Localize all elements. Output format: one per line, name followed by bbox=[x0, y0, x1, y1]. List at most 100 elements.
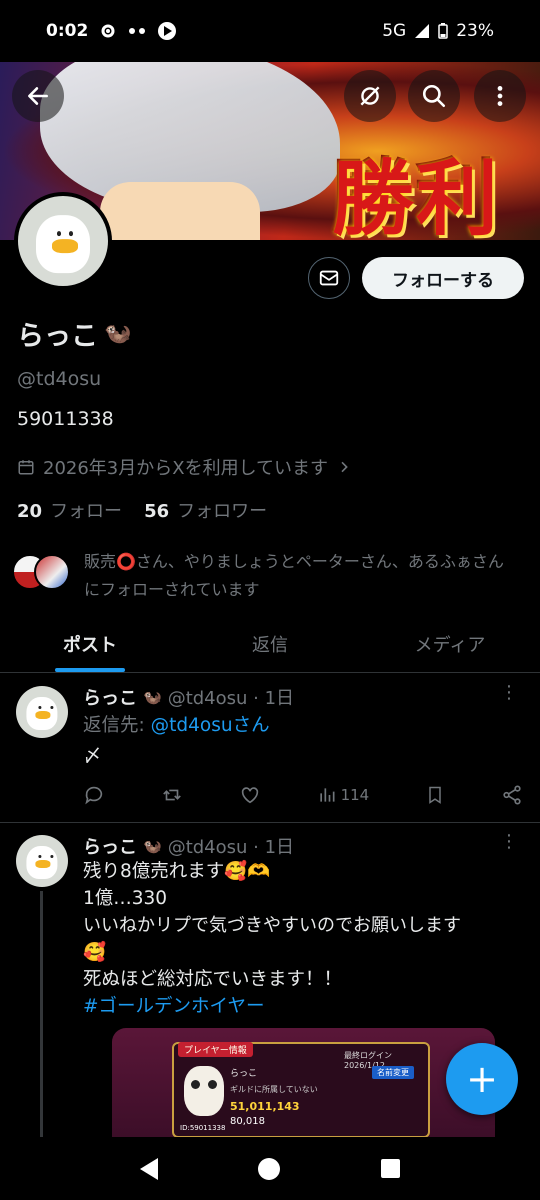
game-player-card: プレイヤー情報 最終ログイン 2026/1/12 名前変更 らっこ ギルドに所属… bbox=[172, 1042, 430, 1138]
chevron-right-icon bbox=[341, 461, 348, 473]
post-avatar[interactable] bbox=[16, 686, 68, 738]
profile-handle: @td4osu bbox=[17, 368, 102, 390]
profile-bio: 59011338 bbox=[17, 408, 114, 430]
post-handle-time: @td4osu · 1日 bbox=[167, 837, 295, 858]
game-gem-count: 80,018 bbox=[230, 1116, 265, 1127]
post-line: 死ぬほど総対応でいきます！！ bbox=[83, 969, 343, 990]
post-line: いいねかリプで気づきやすいのでお願いします bbox=[83, 915, 461, 936]
otter-emoji: 🦦 bbox=[143, 837, 162, 855]
envelope-icon bbox=[319, 270, 339, 286]
followers-count: 56 bbox=[144, 501, 170, 522]
status-bar: 0:02 5G 23% bbox=[0, 0, 540, 62]
follow-button[interactable]: フォローする bbox=[362, 257, 524, 299]
battery-icon bbox=[438, 23, 448, 39]
search-button[interactable] bbox=[408, 70, 460, 122]
follow-counts: 20 フォロー 56 フォロワー bbox=[17, 497, 267, 523]
post-more-button[interactable]: ⋮ bbox=[500, 684, 518, 702]
status-time: 0:02 bbox=[46, 21, 89, 41]
post-line: 残り8億売れます🥰🫶 bbox=[83, 861, 271, 882]
reply-context: 返信先: @td4osuさん bbox=[83, 712, 270, 739]
network-type: 5G bbox=[382, 21, 407, 41]
search-icon bbox=[422, 84, 446, 108]
share-icon bbox=[503, 785, 521, 805]
profile-tabs: ポスト 返信 メディア bbox=[0, 615, 540, 673]
nav-recents-icon[interactable] bbox=[380, 1159, 400, 1178]
post-header: らっこ 🦦 @td4osu · 1日 bbox=[83, 684, 294, 710]
more-vertical-icon bbox=[497, 86, 503, 106]
post-author-name[interactable]: らっこ bbox=[83, 684, 137, 710]
tab-replies[interactable]: 返信 bbox=[180, 615, 360, 672]
share-button[interactable] bbox=[501, 784, 523, 806]
post-line: 🥰 bbox=[83, 942, 107, 963]
bookmark-button[interactable] bbox=[425, 784, 445, 806]
grok-button[interactable] bbox=[344, 70, 396, 122]
game-coin-count: 51,011,143 bbox=[230, 1100, 300, 1113]
nav-home-icon[interactable] bbox=[258, 1157, 281, 1180]
hashtag-link[interactable]: #ゴールデンホイヤー bbox=[83, 993, 528, 1020]
repost-icon bbox=[163, 789, 181, 801]
joined-date[interactable]: 2026年3月からXを利用しています bbox=[17, 454, 352, 480]
repost-button[interactable] bbox=[161, 784, 183, 806]
post-actions: 114 bbox=[83, 784, 523, 806]
panda-avatar-icon bbox=[184, 1066, 224, 1116]
media-play-icon bbox=[158, 22, 177, 40]
tab-media[interactable]: メディア bbox=[360, 615, 540, 672]
game-rename-button: 名前変更 bbox=[372, 1066, 414, 1079]
more-options-button[interactable] bbox=[474, 70, 526, 122]
reply-bubble-icon bbox=[85, 786, 103, 805]
following-count: 20 bbox=[17, 501, 43, 522]
bookmark-icon bbox=[429, 786, 441, 804]
profile-name-text: らっこ bbox=[17, 321, 98, 352]
followed-by-text: 販売⭕さん、やりましょうとペーターさん、あるふぁさんにフォローされています bbox=[84, 552, 504, 599]
followers-label: フォロワー bbox=[177, 501, 268, 522]
post-1[interactable]: らっこ 🦦 @td4osu · 1日 ⋮ 返信先: @td4osuさん 〆 11… bbox=[0, 674, 540, 822]
bar-chart-icon bbox=[319, 788, 335, 802]
post-header: らっこ 🦦 @td4osu · 1日 bbox=[83, 833, 294, 859]
duck-avatar-image bbox=[26, 697, 58, 731]
post-text: 〆 bbox=[83, 746, 102, 767]
grok-icon bbox=[360, 86, 380, 106]
nav-back-icon[interactable] bbox=[140, 1157, 159, 1180]
cast-dots-icon bbox=[129, 28, 146, 34]
post-body: 返信先: @td4osuさん 〆 bbox=[83, 712, 270, 770]
calendar-icon bbox=[18, 460, 34, 475]
reply-button[interactable] bbox=[83, 784, 105, 806]
views-button[interactable]: 114 bbox=[317, 785, 370, 805]
heart-icon bbox=[241, 787, 258, 804]
post-media-image[interactable]: プレイヤー情報 最終ログイン 2026/1/12 名前変更 らっこ ギルドに所属… bbox=[112, 1028, 495, 1138]
post-avatar[interactable] bbox=[16, 835, 68, 887]
game-player-tag: プレイヤー情報 bbox=[178, 1042, 253, 1057]
post-handle-time: @td4osu · 1日 bbox=[167, 688, 295, 709]
followers-link[interactable]: 56 フォロワー bbox=[144, 497, 267, 523]
like-button[interactable] bbox=[239, 784, 261, 806]
views-count: 114 bbox=[340, 786, 370, 804]
followed-by-avatars bbox=[12, 554, 74, 590]
compose-post-button[interactable]: + bbox=[446, 1043, 518, 1115]
banner-character-face bbox=[100, 182, 260, 240]
duck-avatar-image bbox=[26, 846, 58, 880]
reply-prefix: 返信先: bbox=[83, 715, 151, 736]
following-link[interactable]: 20 フォロー bbox=[17, 497, 122, 523]
signal-icon bbox=[415, 24, 430, 38]
profile-name: らっこ 🦦 bbox=[17, 314, 131, 353]
game-player-id: ID:59011338 bbox=[180, 1124, 226, 1132]
system-nav-bar bbox=[0, 1137, 540, 1200]
game-player-name: らっこ bbox=[230, 1069, 258, 1079]
post-line: 1億…330 bbox=[83, 888, 168, 909]
post-body: 残り8億売れます🥰🫶 1億…330 いいねかリプで気づきやすいのでお願いします … bbox=[83, 858, 528, 1020]
settings-gear-icon bbox=[101, 24, 115, 38]
following-label: フォロー bbox=[50, 501, 123, 522]
duck-avatar-image bbox=[36, 215, 90, 273]
reply-to-link[interactable]: @td4osuさん bbox=[151, 715, 270, 736]
tab-posts[interactable]: ポスト bbox=[0, 615, 180, 672]
otter-emoji: 🦦 bbox=[104, 321, 132, 346]
post-author-name[interactable]: らっこ bbox=[83, 833, 137, 859]
arrow-left-icon bbox=[28, 87, 48, 105]
battery-percent: 23% bbox=[456, 21, 494, 41]
back-button[interactable] bbox=[12, 70, 64, 122]
post-more-button[interactable]: ⋮ bbox=[500, 833, 518, 851]
followed-by[interactable]: 販売⭕さん、やりましょうとペーターさん、あるふぁさんにフォローされています bbox=[12, 548, 512, 604]
profile-avatar[interactable] bbox=[14, 192, 112, 290]
message-button[interactable] bbox=[308, 257, 350, 299]
banner-victory-text: 勝利 bbox=[331, 151, 500, 240]
